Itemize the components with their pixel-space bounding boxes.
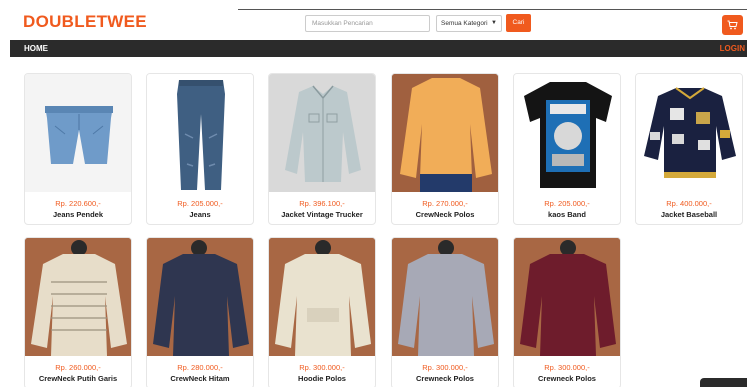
search-button[interactable]: Cari bbox=[506, 14, 531, 32]
chat-widget-tab[interactable] bbox=[700, 378, 747, 387]
category-select-value: Semua Kategori bbox=[441, 20, 488, 27]
search-input[interactable]: Masukkan Pencarian bbox=[305, 15, 430, 32]
product-name: CrewNeck Polos bbox=[415, 210, 475, 219]
cart-icon bbox=[727, 20, 738, 30]
header-divider bbox=[238, 9, 747, 10]
product-name: CrewNeck Hitam bbox=[170, 374, 230, 383]
product-price: Rp. 205.000,- bbox=[177, 199, 223, 208]
product-name: Crewneck Polos bbox=[416, 374, 474, 383]
product-card[interactable]: Rp. 205.000,- Jeans bbox=[146, 73, 254, 225]
product-name: Jeans Pendek bbox=[52, 210, 104, 219]
product-image[interactable] bbox=[392, 74, 498, 192]
product-image[interactable] bbox=[147, 238, 253, 356]
product-name: Jacket Vintage Trucker bbox=[281, 210, 363, 219]
nav-home-link[interactable]: HOME bbox=[24, 44, 48, 53]
product-price: Rp. 400.000,- bbox=[666, 199, 712, 208]
product-image[interactable] bbox=[147, 74, 253, 192]
product-price: Rp. 300.000,- bbox=[422, 363, 468, 372]
header: DOUBLETWEE Masukkan Pencarian Semua Kate… bbox=[0, 0, 747, 40]
product-card[interactable]: Rp. 300.000,- Hoodie Polos bbox=[268, 237, 376, 387]
product-image[interactable] bbox=[392, 238, 498, 356]
product-price: Rp. 300.000,- bbox=[299, 363, 345, 372]
product-price: Rp. 396.100,- bbox=[299, 199, 345, 208]
product-card[interactable]: Rp. 220.600,- Jeans Pendek bbox=[24, 73, 132, 225]
chevron-down-icon: ▼ bbox=[491, 20, 497, 26]
category-select[interactable]: Semua Kategori ▼ bbox=[436, 15, 502, 32]
product-image[interactable] bbox=[269, 238, 375, 356]
product-name: kaos Band bbox=[548, 210, 586, 219]
product-card[interactable]: Rp. 260.000,- CrewNeck Putih Garis bbox=[24, 237, 132, 387]
product-card[interactable]: Rp. 300.000,- Crewneck Polos bbox=[391, 237, 499, 387]
product-card[interactable]: Rp. 400.000,- Jacket Baseball bbox=[635, 73, 743, 225]
product-name: Jacket Baseball bbox=[660, 210, 718, 219]
navbar: HOME LOGIN bbox=[10, 40, 747, 57]
product-price: Rp. 260.000,- bbox=[55, 363, 101, 372]
product-card[interactable]: Rp. 396.100,- Jacket Vintage Trucker bbox=[268, 73, 376, 225]
product-card[interactable]: Rp. 205.000,- kaos Band bbox=[513, 73, 621, 225]
product-card[interactable]: Rp. 270.000,- CrewNeck Polos bbox=[391, 73, 499, 225]
product-price: Rp. 300.000,- bbox=[544, 363, 590, 372]
product-name: Hoodie Polos bbox=[298, 374, 346, 383]
product-name: Crewneck Polos bbox=[538, 374, 596, 383]
product-image[interactable] bbox=[514, 74, 620, 192]
product-image[interactable] bbox=[636, 74, 742, 192]
product-price: Rp. 280.000,- bbox=[177, 363, 223, 372]
product-price: Rp. 270.000,- bbox=[422, 199, 468, 208]
product-name: Jeans bbox=[189, 210, 211, 219]
product-image[interactable] bbox=[269, 74, 375, 192]
product-price: Rp. 220.600,- bbox=[55, 199, 101, 208]
cart-button[interactable] bbox=[722, 15, 743, 35]
product-image[interactable] bbox=[25, 74, 131, 192]
product-image[interactable] bbox=[514, 238, 620, 356]
product-name: CrewNeck Putih Garis bbox=[38, 374, 118, 383]
product-image[interactable] bbox=[25, 238, 131, 356]
product-card[interactable]: Rp. 280.000,- CrewNeck Hitam bbox=[146, 237, 254, 387]
product-price: Rp. 205.000,- bbox=[544, 199, 590, 208]
brand-logo[interactable]: DOUBLETWEE bbox=[23, 12, 147, 32]
nav-login-link[interactable]: LOGIN bbox=[720, 44, 745, 53]
product-card[interactable]: Rp. 300.000,- Crewneck Polos bbox=[513, 237, 621, 387]
